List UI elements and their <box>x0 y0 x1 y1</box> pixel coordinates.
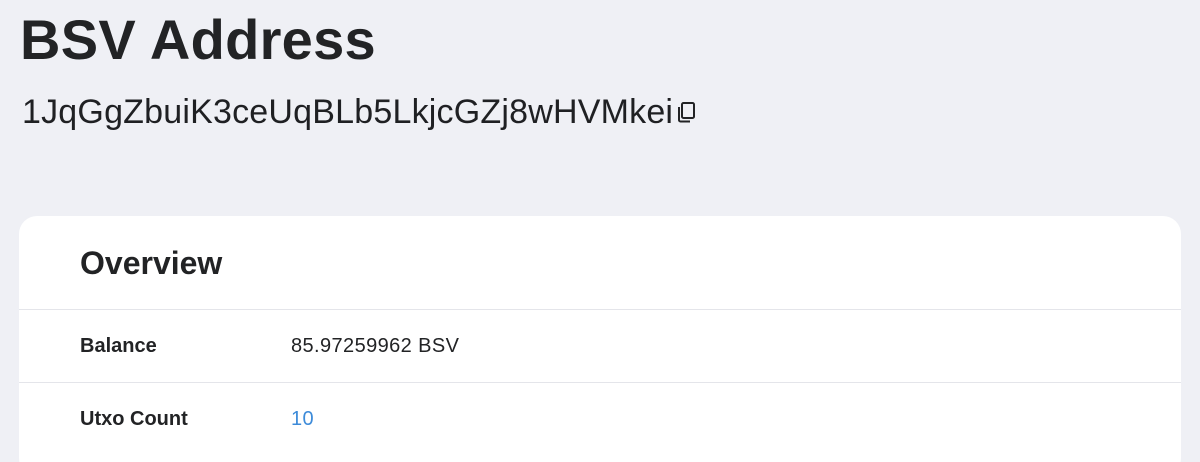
copy-icon[interactable] <box>675 100 697 124</box>
address-text: 1JqGgZbuiK3ceUqBLb5LkjcGZj8wHVMkei <box>22 93 674 131</box>
balance-row: Balance 85.97259962 BSV <box>19 310 1181 383</box>
overview-title: Overview <box>80 244 223 281</box>
page-title: BSV Address <box>20 8 377 71</box>
utxo-count-row: Utxo Count 10 <box>19 383 1181 456</box>
address-row: 1JqGgZbuiK3ceUqBLb5LkjcGZj8wHVMkei <box>22 92 697 132</box>
utxo-count-label: Utxo Count <box>80 408 188 430</box>
overview-card: Overview Balance 85.97259962 BSV Utxo Co… <box>19 216 1181 462</box>
overview-header: Overview <box>19 216 1181 310</box>
utxo-count-link[interactable]: 10 <box>291 408 314 431</box>
balance-value: 85.97259962 BSV <box>291 334 460 357</box>
balance-label: Balance <box>80 334 157 357</box>
page: BSV Address 1JqGgZbuiK3ceUqBLb5LkjcGZj8w… <box>0 0 1200 462</box>
